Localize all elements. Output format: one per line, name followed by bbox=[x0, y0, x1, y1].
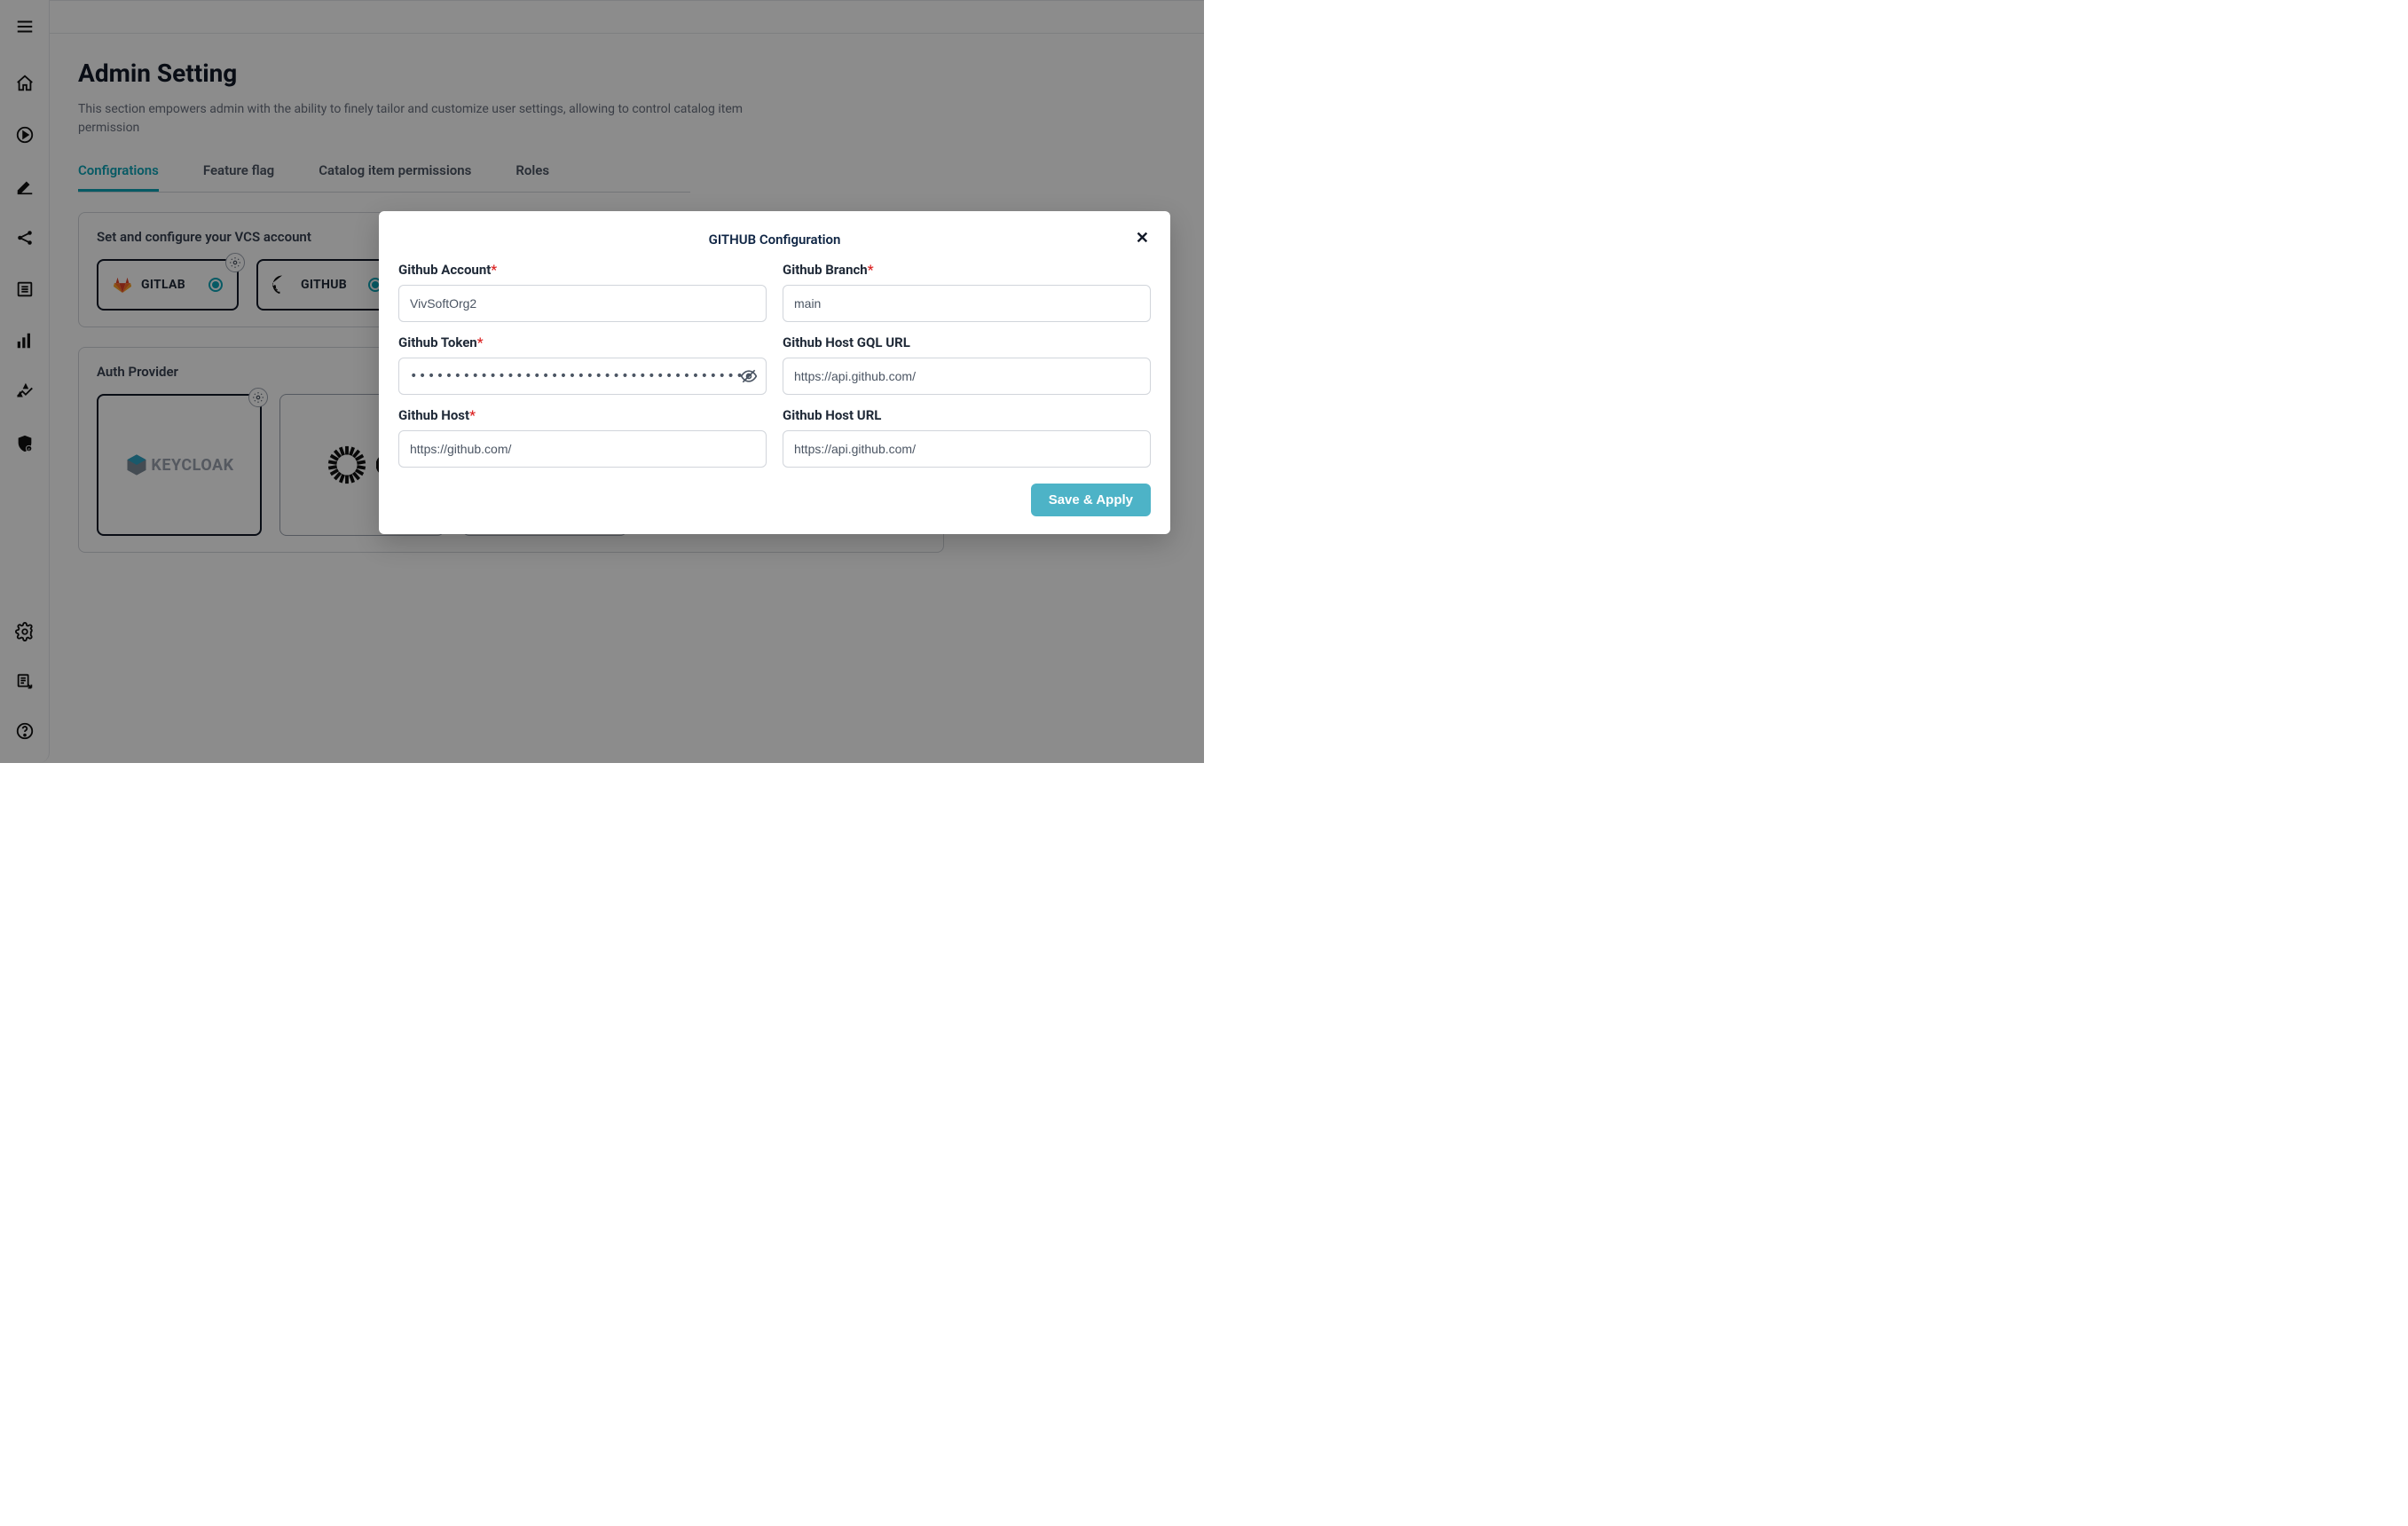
toggle-password-visibility[interactable] bbox=[740, 367, 758, 385]
field-github-host-url: Github Host URL bbox=[783, 407, 1151, 468]
input-github-account[interactable] bbox=[398, 285, 767, 322]
input-github-branch[interactable] bbox=[783, 285, 1151, 322]
field-github-branch: Github Branch* bbox=[783, 262, 1151, 322]
input-github-gql[interactable] bbox=[783, 358, 1151, 395]
label-github-host-url: Github Host URL bbox=[783, 407, 1151, 423]
field-github-account: Github Account* bbox=[398, 262, 767, 322]
field-github-gql: Github Host GQL URL bbox=[783, 334, 1151, 395]
modal-title: GITHUB Configuration bbox=[709, 232, 841, 248]
label-github-branch: Github Branch* bbox=[783, 262, 1151, 278]
input-github-host-url[interactable] bbox=[783, 430, 1151, 468]
github-config-modal: GITHUB Configuration ✕ Github Account* G… bbox=[379, 211, 1170, 534]
save-apply-button[interactable]: Save & Apply bbox=[1031, 484, 1151, 516]
label-github-host: Github Host* bbox=[398, 407, 767, 423]
field-github-host: Github Host* bbox=[398, 407, 767, 468]
modal-close-button[interactable]: ✕ bbox=[1136, 229, 1149, 248]
input-github-host[interactable] bbox=[398, 430, 767, 468]
close-icon: ✕ bbox=[1136, 229, 1149, 247]
field-github-token: Github Token* bbox=[398, 334, 767, 395]
label-github-token: Github Token* bbox=[398, 334, 767, 350]
label-github-account: Github Account* bbox=[398, 262, 767, 278]
eye-off-icon bbox=[740, 367, 758, 385]
label-github-gql: Github Host GQL URL bbox=[783, 334, 1151, 350]
input-github-token[interactable] bbox=[398, 358, 767, 395]
